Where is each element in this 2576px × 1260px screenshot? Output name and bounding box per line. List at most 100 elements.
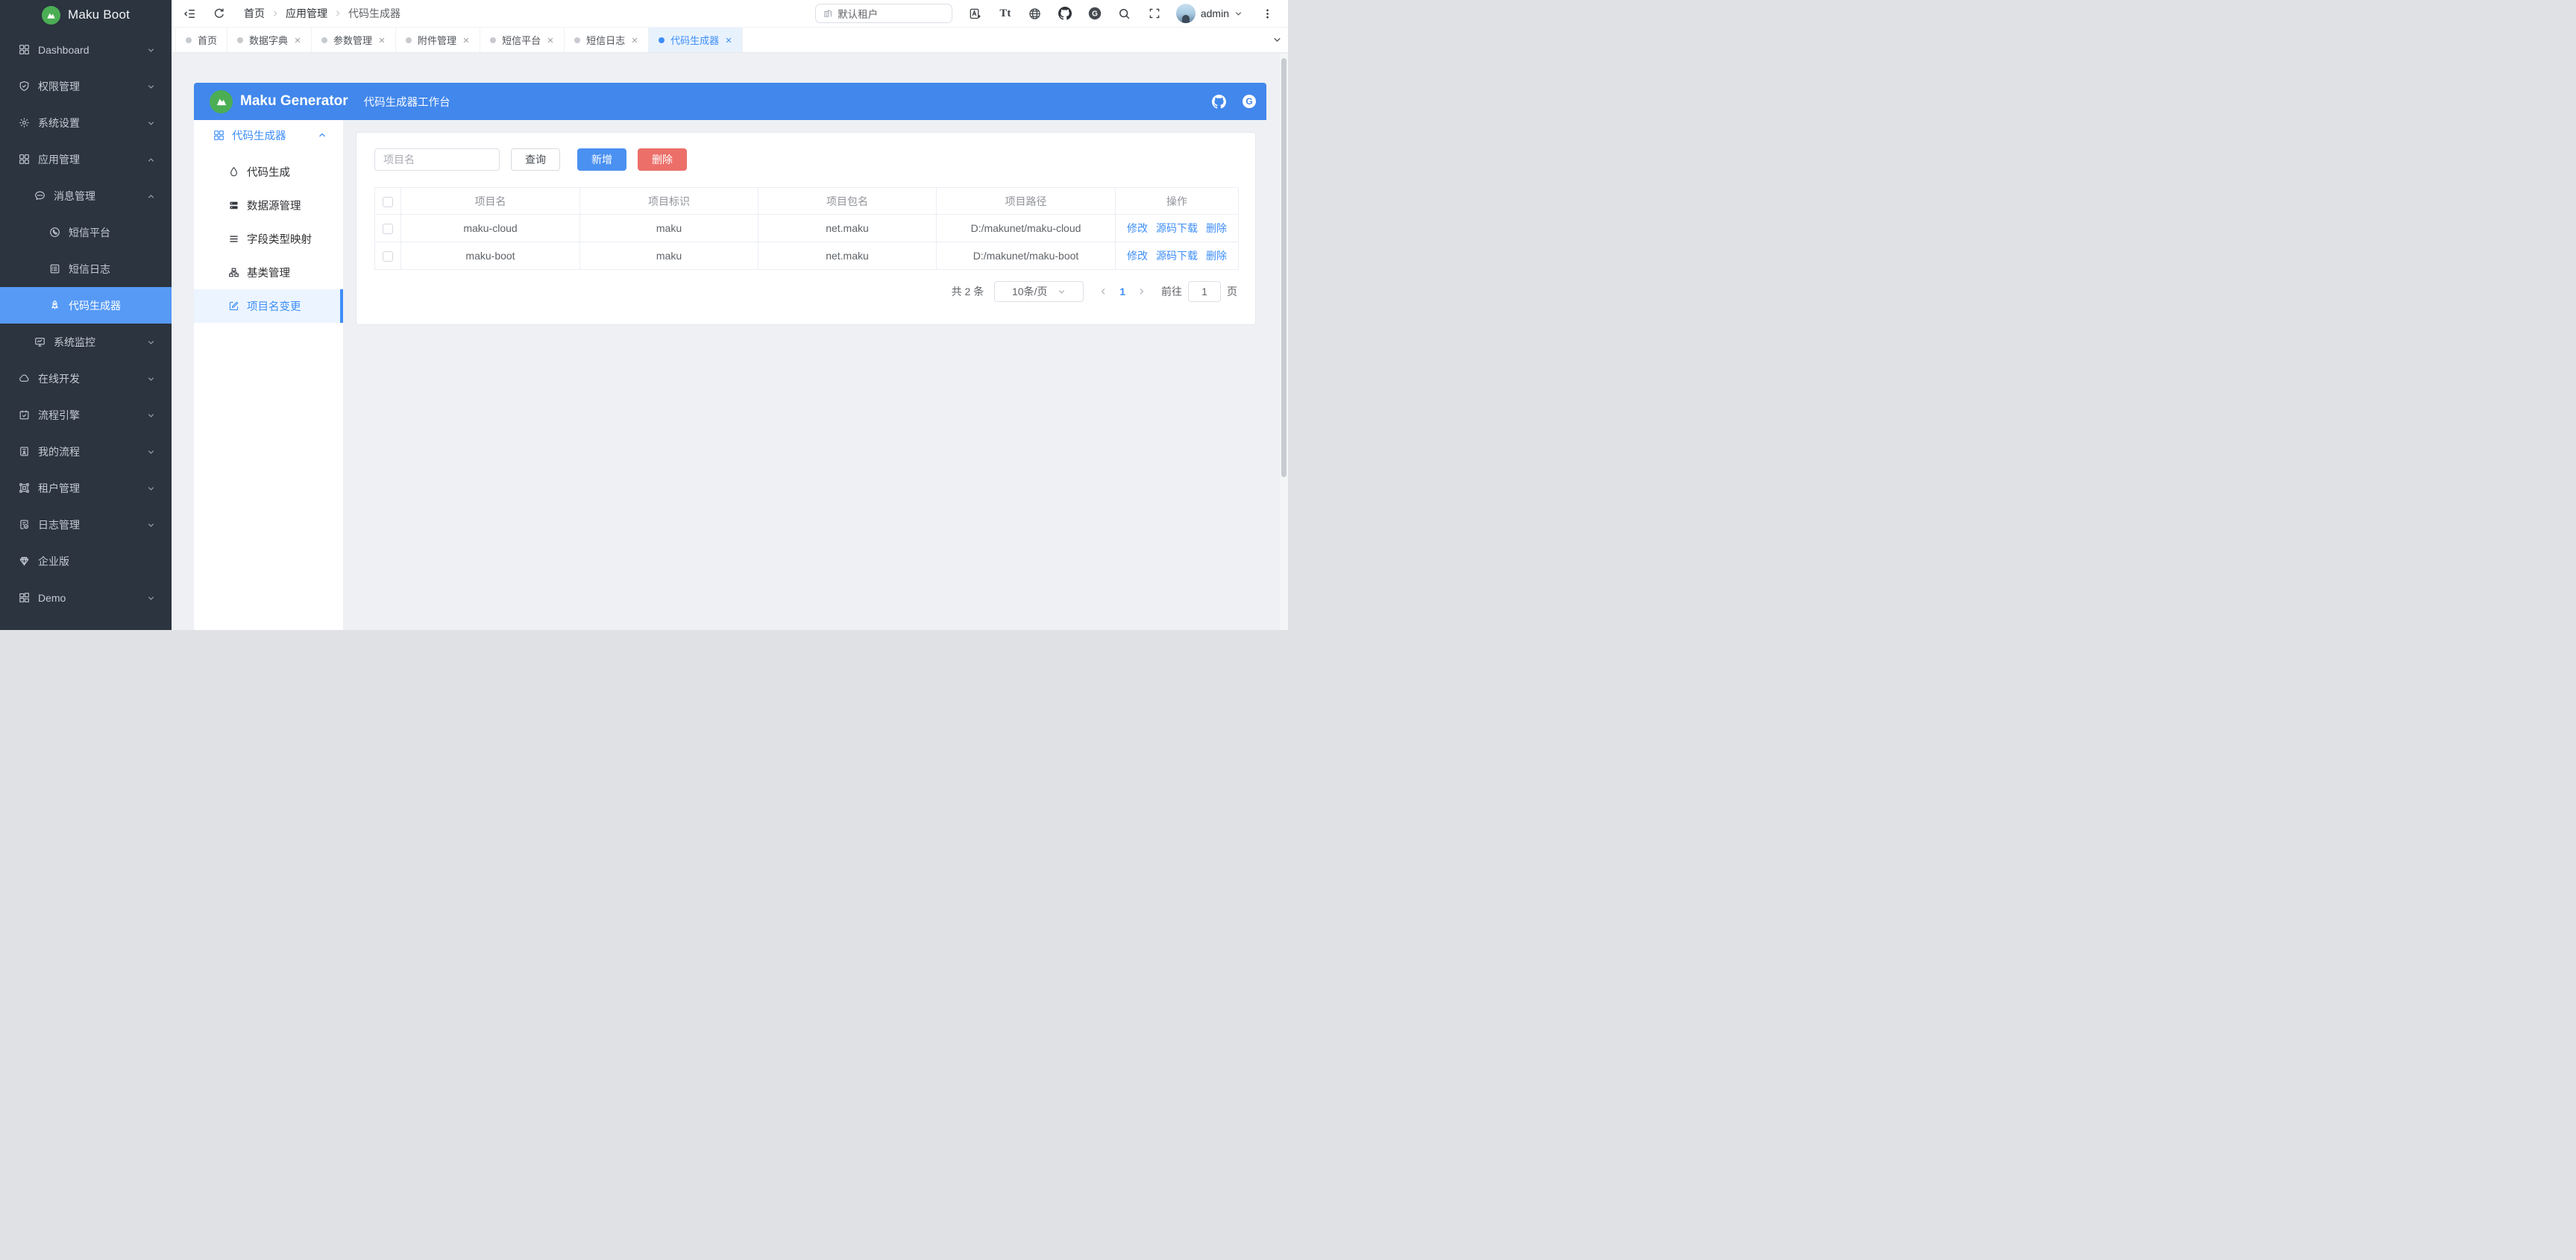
tab-dot bbox=[490, 37, 496, 43]
project-name-input[interactable] bbox=[374, 148, 500, 171]
sidebar-item-code-generator[interactable]: 代码生成器 bbox=[0, 287, 172, 324]
kebab-menu-icon[interactable] bbox=[1262, 8, 1273, 19]
chevron-down-icon bbox=[147, 448, 155, 456]
delete-link[interactable]: 删除 bbox=[1206, 248, 1227, 263]
tab-parameter-management[interactable]: 参数管理 bbox=[312, 28, 396, 52]
tab-sms-platform[interactable]: 短信平台 bbox=[480, 28, 565, 52]
document-check-icon bbox=[19, 519, 30, 530]
row-checkbox[interactable] bbox=[383, 251, 393, 262]
delete-link[interactable]: 删除 bbox=[1206, 221, 1227, 236]
gitee-glyph: G bbox=[1243, 95, 1256, 108]
sidebar-item-system-monitor[interactable]: 系统监控 bbox=[0, 324, 172, 360]
github-icon[interactable] bbox=[1058, 7, 1072, 20]
edit-link[interactable]: 修改 bbox=[1127, 221, 1148, 236]
cell-project-path: D:/makunet/maku-boot bbox=[937, 242, 1116, 270]
topbar-icons: Tt G bbox=[969, 7, 1161, 20]
tab-code-generator[interactable]: 代码生成器 bbox=[649, 28, 743, 52]
menu-item-base-class-management[interactable]: 基类管理 bbox=[194, 256, 343, 289]
sidebar-item-demo[interactable]: Demo bbox=[0, 579, 172, 616]
cell-project-package: net.maku bbox=[758, 215, 937, 242]
next-page-icon[interactable] bbox=[1133, 287, 1151, 296]
sidebar-item-label: 系统设置 bbox=[38, 116, 80, 130]
search-icon[interactable] bbox=[1118, 7, 1131, 20]
scrollbar-thumb[interactable] bbox=[1281, 58, 1287, 477]
add-button[interactable]: 新增 bbox=[577, 148, 626, 171]
cell-project-package: net.maku bbox=[758, 242, 937, 270]
sidebar-item-enterprise[interactable]: 企业版 bbox=[0, 543, 172, 579]
sidebar-item-sms-platform[interactable]: 短信平台 bbox=[0, 214, 172, 251]
gitee-icon[interactable]: G bbox=[1088, 7, 1102, 20]
query-button[interactable]: 查询 bbox=[511, 148, 560, 171]
close-icon[interactable] bbox=[547, 37, 554, 44]
tab-data-dictionary[interactable]: 数据字典 bbox=[227, 28, 312, 52]
edit-link[interactable]: 修改 bbox=[1127, 248, 1148, 263]
tab-sms-log[interactable]: 短信日志 bbox=[565, 28, 649, 52]
github-icon[interactable] bbox=[1212, 95, 1226, 109]
sidebar-item-message-management[interactable]: 消息管理 bbox=[0, 177, 172, 214]
tenant-select[interactable] bbox=[815, 4, 952, 23]
menu-item-code-generation[interactable]: 代码生成 bbox=[194, 155, 343, 189]
sidebar-item-system-settings[interactable]: 系统设置 bbox=[0, 104, 172, 141]
table-row: maku-boot maku net.maku D:/makunet/maku-… bbox=[375, 242, 1239, 270]
menu-item-project-rename[interactable]: 项目名变更 bbox=[194, 289, 343, 323]
sidebar-item-app-management[interactable]: 应用管理 bbox=[0, 141, 172, 177]
menu-fold-icon[interactable] bbox=[183, 7, 196, 20]
page-number[interactable]: 1 bbox=[1113, 286, 1131, 297]
breadcrumb-app-management[interactable]: 应用管理 bbox=[286, 6, 327, 21]
user-menu[interactable]: admin bbox=[1176, 4, 1243, 23]
document-user-icon bbox=[19, 446, 30, 457]
sidebar-item-my-workflow[interactable]: 我的流程 bbox=[0, 433, 172, 470]
row-checkbox[interactable] bbox=[383, 224, 393, 234]
translate-icon[interactable] bbox=[969, 7, 982, 20]
tenant-input[interactable] bbox=[838, 8, 944, 19]
goto-page-input[interactable] bbox=[1188, 281, 1221, 302]
tab-dot bbox=[574, 37, 580, 43]
content-area: Maku Generator 代码生成器工作台 G bbox=[172, 54, 1288, 630]
chat-dots-icon bbox=[34, 190, 45, 201]
close-icon[interactable] bbox=[725, 37, 732, 44]
globe-icon[interactable] bbox=[1028, 7, 1042, 20]
tab-attachment-management[interactable]: 附件管理 bbox=[396, 28, 480, 52]
col-actions: 操作 bbox=[1116, 188, 1239, 215]
prev-page-icon[interactable] bbox=[1094, 287, 1112, 296]
sidebar-item-permissions[interactable]: 权限管理 bbox=[0, 68, 172, 104]
tab-home[interactable]: 首页 bbox=[175, 28, 227, 52]
sidebar-item-online-dev[interactable]: 在线开发 bbox=[0, 360, 172, 397]
app-logo[interactable]: Maku Boot bbox=[0, 0, 172, 30]
phone-circle-icon bbox=[49, 227, 60, 238]
close-icon[interactable] bbox=[378, 37, 386, 44]
close-icon[interactable] bbox=[631, 37, 638, 44]
chevron-down-icon bbox=[1234, 10, 1243, 18]
sidebar-item-workflow-engine[interactable]: 流程引擎 bbox=[0, 397, 172, 433]
sidebar-item-log-management[interactable]: 日志管理 bbox=[0, 506, 172, 543]
font-size-icon[interactable]: Tt bbox=[999, 7, 1012, 20]
menu-item-label: 基类管理 bbox=[247, 265, 290, 280]
menu-item-datasource-management[interactable]: 数据源管理 bbox=[194, 189, 343, 222]
select-all-checkbox[interactable] bbox=[383, 197, 393, 207]
generator-header: Maku Generator 代码生成器工作台 G bbox=[194, 83, 1266, 120]
refresh-icon[interactable] bbox=[213, 7, 226, 20]
breadcrumb: 首页 应用管理 代码生成器 bbox=[244, 6, 400, 21]
source-download-link[interactable]: 源码下载 bbox=[1156, 248, 1198, 263]
chevron-down-icon bbox=[147, 521, 155, 529]
generator-menu-section[interactable]: 代码生成器 bbox=[194, 120, 343, 150]
page-size-select[interactable]: 10条/页 bbox=[994, 281, 1084, 302]
breadcrumb-home[interactable]: 首页 bbox=[244, 6, 265, 21]
gitee-icon[interactable]: G bbox=[1243, 95, 1256, 108]
sidebar-item-label: 应用管理 bbox=[38, 152, 80, 167]
topbar: 首页 应用管理 代码生成器 Tt bbox=[172, 0, 1288, 28]
fullscreen-icon[interactable] bbox=[1148, 7, 1161, 20]
source-download-link[interactable]: 源码下载 bbox=[1156, 221, 1198, 236]
sidebar-item-sms-log[interactable]: 短信日志 bbox=[0, 251, 172, 287]
menu-item-field-type-mapping[interactable]: 字段类型映射 bbox=[194, 222, 343, 256]
close-icon[interactable] bbox=[294, 37, 301, 44]
delete-button[interactable]: 删除 bbox=[638, 148, 687, 171]
tabs-dropdown-icon[interactable] bbox=[1272, 28, 1282, 52]
sidebar-item-dashboard[interactable]: Dashboard bbox=[0, 31, 172, 68]
pagination: 共 2 条 10条/页 1 前往 bbox=[374, 281, 1237, 302]
sidebar-item-tenant-management[interactable]: 租户管理 bbox=[0, 470, 172, 506]
chevron-down-icon bbox=[1058, 288, 1066, 296]
sidebar-item-label: 企业版 bbox=[38, 554, 69, 569]
sidebar-nav: Dashboard 权限管理 系统设置 应用管理 消息管理 bbox=[0, 31, 172, 616]
close-icon[interactable] bbox=[462, 37, 470, 44]
